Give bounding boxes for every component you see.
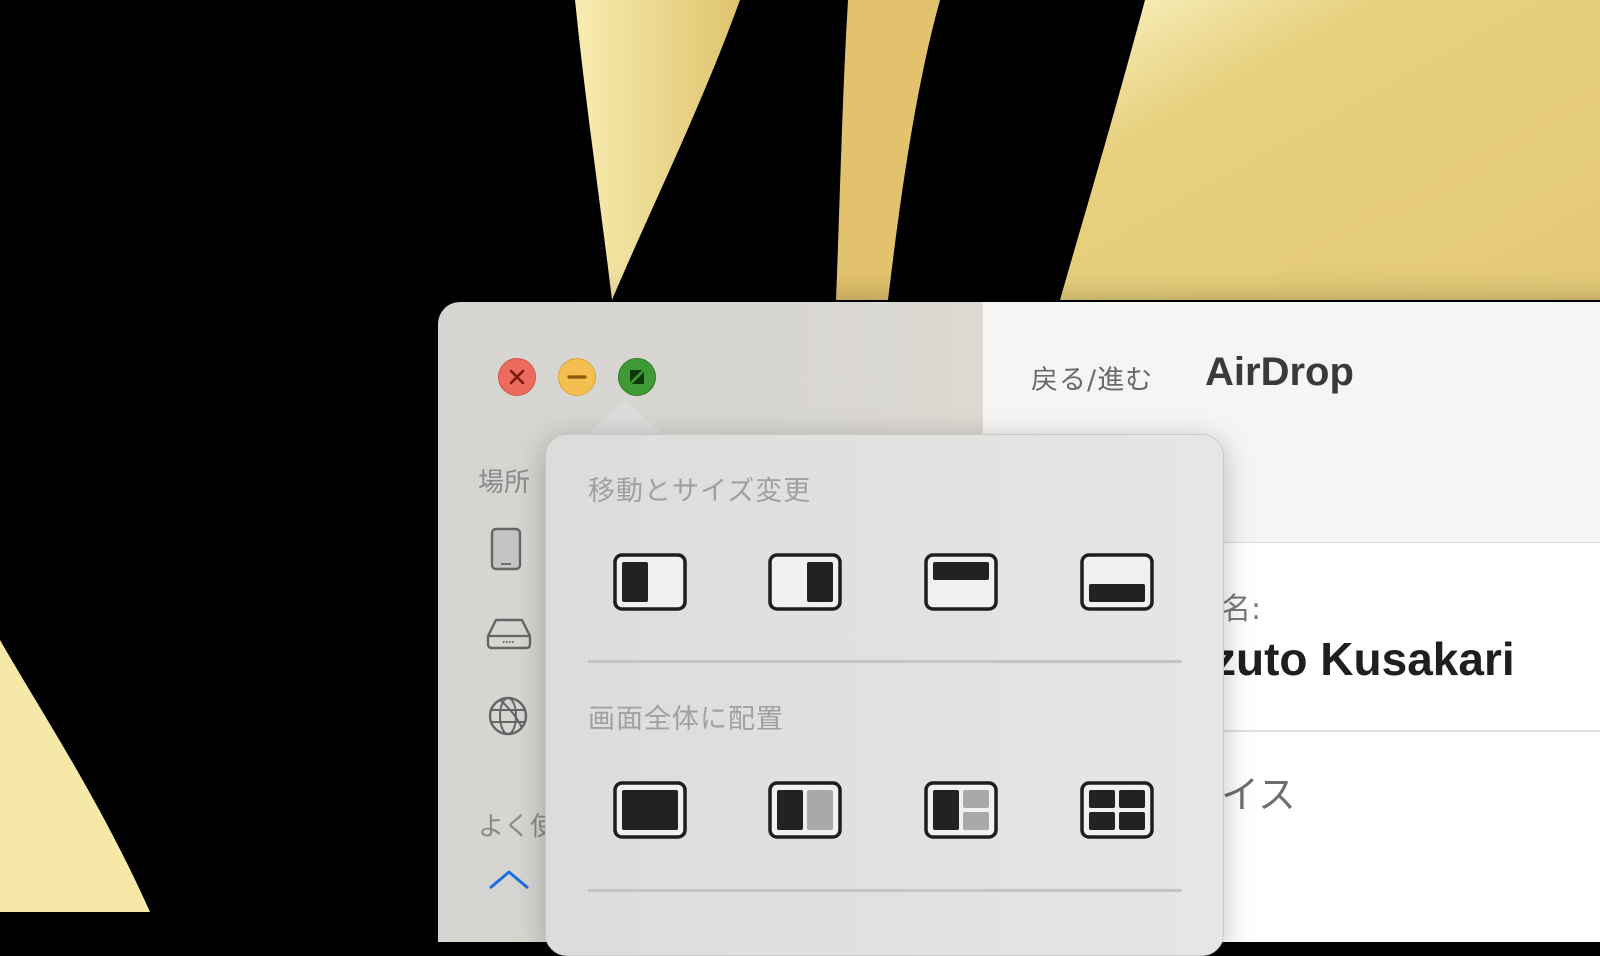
window-title: AirDrop [1205, 350, 1354, 394]
sidebar-item-network[interactable] [486, 694, 528, 738]
section-divider [588, 660, 1182, 663]
back-forward-button[interactable]: 戻る/進む [1031, 358, 1153, 397]
window-tiling-popover: 移動とサイズ変更 画面全体に配置 [545, 434, 1224, 956]
tile-bottom-half-icon [1080, 553, 1154, 611]
minimize-icon [567, 375, 587, 379]
arrange-left-quarters-button[interactable] [924, 781, 998, 839]
arrange-left-right-icon [768, 781, 842, 839]
divider [1213, 730, 1600, 732]
fullscreen-icon [629, 369, 645, 385]
close-button[interactable] [498, 358, 536, 396]
tile-left-half-icon [613, 553, 687, 611]
zoom-button[interactable] [618, 358, 656, 396]
sidebar-heading-places: 場所 [478, 468, 531, 498]
name-value: zuto Kusakari [1213, 633, 1515, 685]
network-globe-icon [488, 696, 528, 736]
arrange-fill-button[interactable] [613, 781, 687, 839]
minimize-button[interactable] [558, 358, 596, 396]
name-label: 名: [1221, 592, 1262, 627]
home-icon [489, 870, 529, 890]
tile-bottom-half-button[interactable] [1080, 553, 1154, 611]
arrange-quarters-icon [1080, 781, 1154, 839]
popover-arrow [585, 400, 665, 436]
tile-right-half-button[interactable] [768, 553, 842, 611]
close-icon [509, 369, 525, 385]
section-title-arrange-fullscreen: 画面全体に配置 [588, 704, 784, 735]
section-divider [588, 889, 1182, 892]
tile-left-half-button[interactable] [613, 553, 687, 611]
arrange-left-quarters-icon [924, 781, 998, 839]
device-label: イス [1221, 773, 1296, 817]
section-title-move-resize: 移動とサイズ変更 [588, 476, 812, 507]
sidebar-item-drive[interactable] [486, 612, 532, 656]
arrange-left-right-button[interactable] [768, 781, 842, 839]
ipad-icon [490, 527, 522, 571]
arrange-quarters-button[interactable] [1080, 781, 1154, 839]
sidebar-item-ipad[interactable] [486, 526, 526, 571]
sidebar-item-home[interactable] [486, 868, 529, 912]
tile-top-half-button[interactable] [924, 553, 998, 611]
tile-top-half-icon [924, 553, 998, 611]
arrange-fill-icon [613, 781, 687, 839]
tile-right-half-icon [768, 553, 842, 611]
external-drive-icon [486, 618, 532, 650]
